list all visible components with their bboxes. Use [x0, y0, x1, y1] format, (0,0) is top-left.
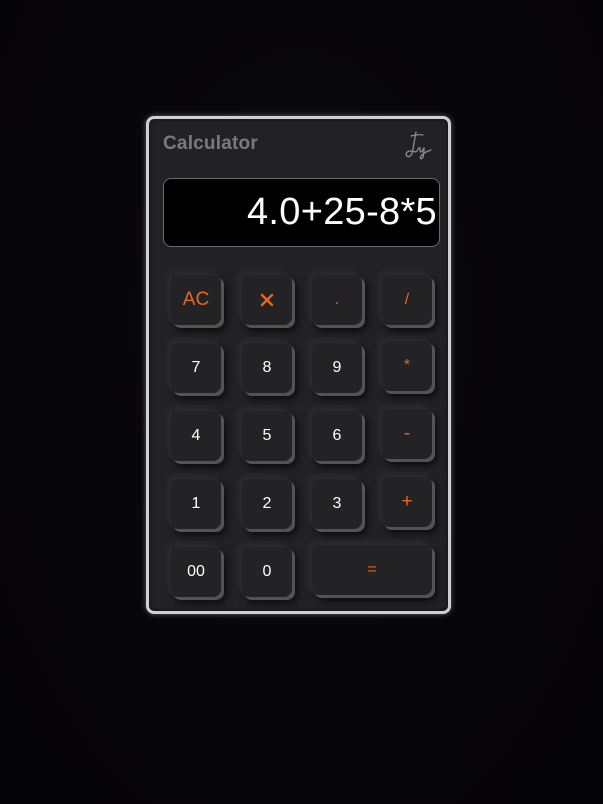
calculator-header: Calculator: [163, 131, 434, 161]
equals-button[interactable]: =: [311, 544, 432, 595]
signature-logo: [405, 131, 432, 160]
display-screen: 4.0+25-8*5: [163, 178, 440, 247]
digit-3-button[interactable]: 3: [311, 478, 362, 529]
digit-6-button[interactable]: 6: [311, 410, 362, 461]
add-button[interactable]: +: [381, 476, 432, 527]
close-icon: [260, 293, 274, 307]
divide-button[interactable]: /: [381, 274, 432, 325]
backspace-button[interactable]: [241, 274, 292, 325]
decimal-button[interactable]: .: [311, 274, 362, 325]
digit-5-button[interactable]: 5: [241, 410, 292, 461]
double-zero-button[interactable]: 00: [170, 546, 221, 597]
clear-button[interactable]: AC: [170, 274, 221, 325]
calculator-panel: Calculator 4.0+25-8*5 AC . / 7 8 9 * 4 5…: [146, 116, 451, 614]
digit-9-button[interactable]: 9: [311, 342, 362, 393]
multiply-button[interactable]: *: [381, 340, 432, 391]
digit-7-button[interactable]: 7: [170, 342, 221, 393]
digit-8-button[interactable]: 8: [241, 342, 292, 393]
digit-2-button[interactable]: 2: [241, 478, 292, 529]
app-title: Calculator: [163, 133, 258, 154]
digit-0-button[interactable]: 0: [241, 546, 292, 597]
digit-4-button[interactable]: 4: [170, 410, 221, 461]
subtract-button[interactable]: -: [381, 408, 432, 459]
display-expression: 4.0+25-8*5: [247, 191, 437, 233]
digit-1-button[interactable]: 1: [170, 478, 221, 529]
